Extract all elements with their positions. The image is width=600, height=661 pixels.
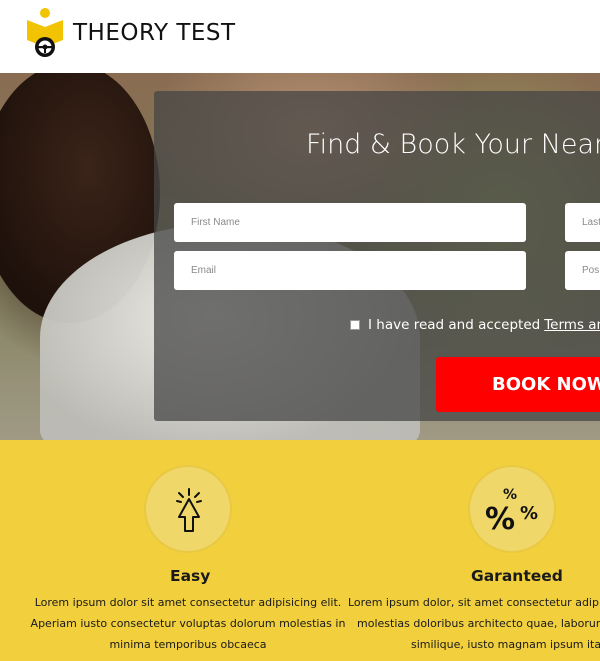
hero-section: Find & Book Your Neare I have read and a… [0,73,600,440]
postcode-input[interactable] [565,251,600,290]
feature-description-line: Lorem ipsum dolor sit amet consectetur a… [34,596,342,609]
svg-text:%: % [485,502,515,537]
feature-description-line: molestias doloribus architecto quae, lab… [357,617,600,630]
feature-description-line: similique, iusto magnam ipsum itaq [411,638,600,651]
cursor-click-icon [144,465,232,553]
terms-row: I have read and accepted Terms and [350,317,600,333]
feature-description-line: minima temporibus obcaeca [109,638,267,651]
svg-text:%: % [503,487,517,503]
feature-description-line: Aperiam iusto consectetur voluptas dolor… [30,617,346,630]
theory-test-logo-icon[interactable] [26,7,64,59]
email-input[interactable] [174,251,526,290]
feature-description-line: Lorem ipsum dolor, sit amet consectetur … [348,596,600,609]
terms-label: I have read and accepted [368,317,541,333]
terms-link[interactable]: Terms and [544,317,600,333]
booking-form-title: Find & Book Your Neare [306,129,600,160]
features-section: Easy Lorem ipsum dolor sit amet consecte… [0,440,600,661]
feature-title: Garanteed [471,567,563,585]
last-name-input[interactable] [565,203,600,242]
book-now-button[interactable]: BOOK NOW! [436,357,600,412]
feature-title: Easy [170,567,211,585]
percent-icon: % % % [468,465,556,553]
svg-text:%: % [520,503,538,524]
terms-checkbox[interactable] [350,320,360,330]
booking-form-panel: Find & Book Your Neare I have read and a… [154,91,600,421]
site-header: THEORY TEST [0,0,600,73]
brand-name[interactable]: THEORY TEST [73,20,236,46]
first-name-input[interactable] [174,203,526,242]
